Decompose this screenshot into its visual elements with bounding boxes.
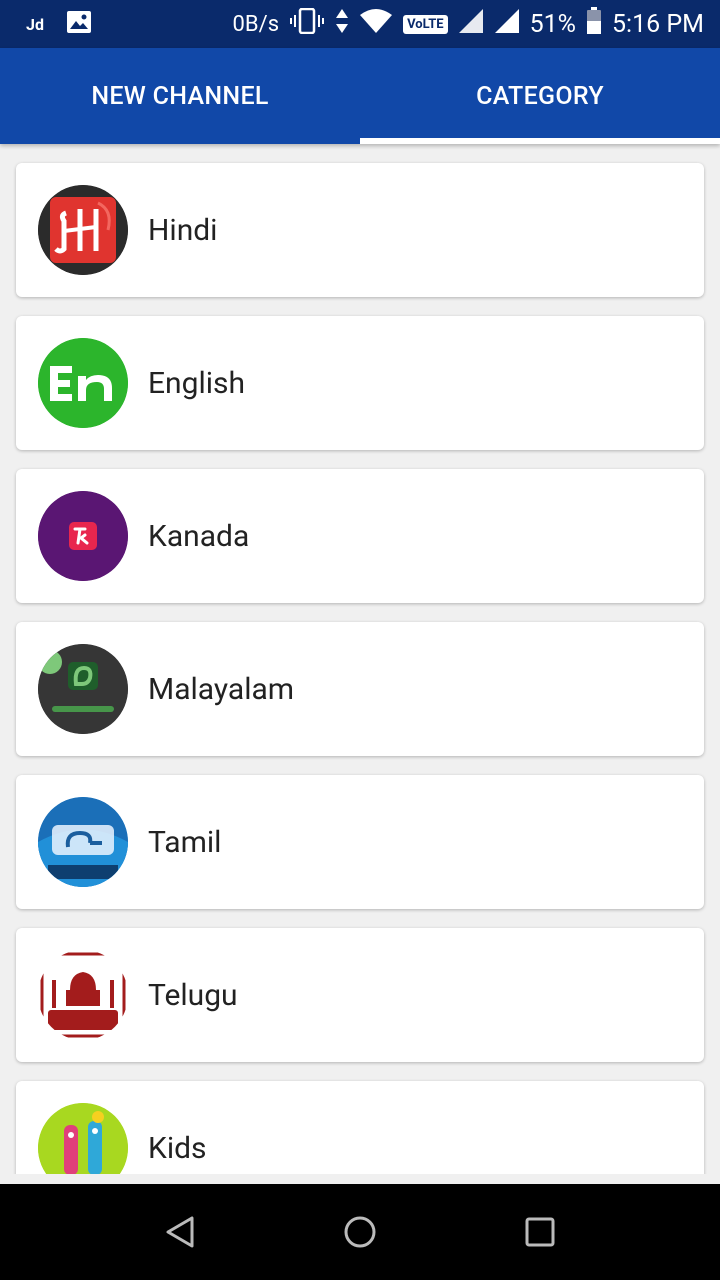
list-item-kids[interactable]: Kids	[16, 1081, 704, 1174]
kanada-logo-icon	[38, 491, 128, 581]
gallery-icon	[66, 10, 92, 38]
status-left: Jd	[26, 10, 92, 38]
list-item-malayalam[interactable]: Malayalam	[16, 622, 704, 756]
clock: 5:16 PM	[611, 9, 704, 39]
telugu-logo-icon	[38, 950, 128, 1040]
recents-icon[interactable]	[522, 1214, 558, 1250]
list-item-label: Telugu	[148, 977, 238, 1013]
wifi-icon	[359, 8, 393, 41]
tab-bar: NEW CHANNEL CATEGORY	[0, 48, 720, 144]
list-item-telugu[interactable]: Telugu	[16, 928, 704, 1062]
battery-icon	[586, 6, 602, 42]
navigation-bar	[0, 1184, 720, 1280]
signal-1-icon	[458, 8, 484, 41]
list-item-label: Malayalam	[148, 671, 295, 707]
list-item-label: Kids	[148, 1130, 207, 1166]
vibrate-icon	[289, 7, 325, 41]
list-item-label: Tamil	[148, 824, 222, 860]
list-item-english[interactable]: English	[16, 316, 704, 450]
volte-badge: VoLTE	[403, 14, 448, 34]
net-speed: 0B/s	[232, 11, 280, 37]
home-icon[interactable]	[342, 1214, 378, 1250]
tab-new-channel[interactable]: NEW CHANNEL	[0, 48, 360, 144]
malayalam-logo-icon	[38, 644, 128, 734]
list-item-kanada[interactable]: Kanada	[16, 469, 704, 603]
tab-category[interactable]: CATEGORY	[360, 48, 720, 144]
list-item-tamil[interactable]: Tamil	[16, 775, 704, 909]
hindi-logo-icon	[38, 185, 128, 275]
battery-level: 51%	[529, 9, 576, 39]
list-item-label: Hindi	[148, 212, 218, 248]
list-item-label: English	[148, 365, 246, 401]
status-right: 0B/s VoLTE 51% 5:16 PM	[233, 6, 704, 42]
data-arrows-icon	[335, 8, 349, 41]
list-item-label: Kanada	[148, 518, 250, 554]
back-icon[interactable]	[162, 1214, 198, 1250]
english-logo-icon	[38, 338, 128, 428]
signal-2-icon	[494, 8, 520, 41]
tamil-logo-icon	[38, 797, 128, 887]
status-bar: Jd 0B/s VoLTE 51% 5:16 PM	[0, 0, 720, 48]
kids-logo-icon	[38, 1103, 128, 1174]
category-list[interactable]: Hindi English Kanada Malayalam Tamil Tel…	[0, 144, 720, 1174]
carrier-badge: Jd	[26, 14, 44, 34]
list-item-hindi[interactable]: Hindi	[16, 163, 704, 297]
